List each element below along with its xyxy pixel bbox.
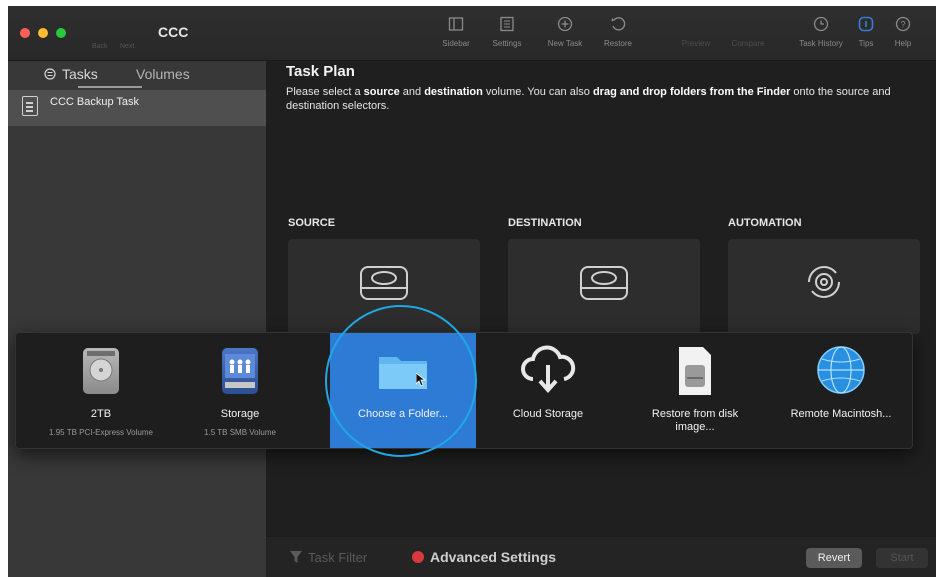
source-heading: SOURCE: [288, 217, 336, 229]
destination-selector[interactable]: [508, 239, 700, 334]
volume-option-storage[interactable]: Storage 1.5 TB SMB Volume: [178, 333, 302, 448]
toolbar-restore-button[interactable]: Restore: [588, 16, 648, 48]
revert-button[interactable]: Revert: [806, 548, 862, 568]
automation-gear-icon: [808, 266, 840, 298]
option-label: Remote Macintosh...: [790, 408, 892, 420]
minimize-window-button[interactable]: [38, 28, 48, 38]
restore-disk-image-option[interactable]: Restore from disk image...: [630, 333, 760, 448]
tab-tasks[interactable]: Tasks: [44, 66, 98, 82]
advanced-settings-label: Advanced Settings: [430, 549, 557, 565]
next-button[interactable]: Next: [120, 43, 134, 50]
instructions-text: Please select a source and destination v…: [286, 86, 891, 112]
restore-icon: [609, 16, 627, 34]
drive-icon: [360, 266, 408, 300]
option-sublabel: 1.95 TB PCI-Express Volume: [49, 428, 153, 437]
toolbar-new-task-button[interactable]: New Task: [535, 16, 595, 48]
settings-icon: [498, 16, 516, 34]
toolbar-task-history-label: Task History: [799, 39, 843, 48]
globe-icon: [817, 346, 865, 394]
disk-image-icon: [679, 347, 711, 395]
gear-icon: [412, 551, 424, 563]
toolbar: CCC Back Next Sidebar Settings New Task: [8, 6, 936, 61]
compare-icon: [739, 16, 757, 34]
advanced-settings-button[interactable]: Advanced Settings: [412, 549, 556, 565]
clock-icon: [812, 16, 830, 34]
hard-drive-icon: [83, 348, 119, 394]
filter-icon: [290, 551, 302, 563]
toolbar-help-button[interactable]: ? Help: [883, 16, 923, 48]
sidebar-item-ccc-backup-task[interactable]: CCC Backup Task: [8, 90, 266, 126]
cloud-storage-option[interactable]: Cloud Storage: [486, 333, 610, 448]
toolbar-new-task-label: New Task: [547, 39, 583, 48]
tab-volumes[interactable]: Volumes: [136, 66, 190, 82]
option-label: 2TB: [90, 408, 112, 420]
toolbar-help-label: Help: [894, 39, 912, 48]
close-window-button[interactable]: [20, 28, 30, 38]
sidebar: Tasks Volumes CCC Backup Task: [8, 61, 266, 577]
svg-text:?: ?: [900, 20, 905, 30]
highlight-circle-annotation: [325, 305, 477, 457]
task-filter-button[interactable]: Task Filter: [290, 550, 367, 565]
toolbar-compare-button[interactable]: Compare: [718, 16, 778, 48]
help-icon: ?: [894, 16, 912, 34]
toolbar-compare-label: Compare: [731, 39, 765, 48]
tips-icon: [857, 16, 875, 34]
bottom-bar: Task Filter Advanced Settings Revert Sta…: [266, 536, 936, 577]
toolbar-settings-label: Settings: [492, 39, 522, 48]
toolbar-tips-label: Tips: [858, 39, 874, 48]
option-label: Restore from disk image...: [651, 408, 739, 433]
remote-macintosh-option[interactable]: Remote Macintosh...: [776, 333, 906, 448]
option-label: Storage: [220, 408, 260, 420]
option-sublabel: 1.5 TB SMB Volume: [204, 428, 276, 437]
sidebar-icon: [447, 16, 465, 34]
toolbar-settings-button[interactable]: Settings: [477, 16, 537, 48]
toolbar-tips-button[interactable]: Tips: [846, 16, 886, 48]
toolbar-task-history-button[interactable]: Task History: [791, 16, 851, 48]
app-title: CCC: [158, 24, 189, 40]
toolbar-restore-label: Restore: [603, 39, 632, 48]
zoom-window-button[interactable]: [56, 28, 66, 38]
cloud-download-icon: [521, 345, 576, 393]
plus-circle-icon: [556, 16, 574, 34]
toolbar-preview-button[interactable]: Preview: [666, 16, 726, 48]
automation-heading: AUTOMATION: [728, 217, 802, 229]
option-label: Cloud Storage: [512, 408, 584, 420]
page-title: Task Plan: [286, 63, 355, 80]
volume-option-2tb[interactable]: 2TB 1.95 TB PCI-Express Volume: [16, 333, 186, 448]
destination-heading: DESTINATION: [508, 217, 582, 229]
start-button[interactable]: Start: [876, 548, 928, 568]
preview-icon: [687, 16, 705, 34]
list-icon: [44, 68, 56, 80]
back-button[interactable]: Back: [92, 43, 108, 50]
task-document-icon: [22, 96, 38, 116]
selected-tab-indicator: [78, 86, 142, 88]
tab-tasks-label: Tasks: [62, 66, 98, 82]
sidebar-item-label: CCC Backup Task: [50, 96, 140, 108]
app-window: CCC Back Next Sidebar Settings New Task: [8, 6, 936, 577]
automation-selector[interactable]: [728, 239, 920, 334]
toolbar-preview-label: Preview: [681, 39, 711, 48]
network-volume-icon: [222, 348, 258, 394]
drive-icon: [580, 266, 628, 300]
task-filter-label: Task Filter: [308, 550, 368, 565]
